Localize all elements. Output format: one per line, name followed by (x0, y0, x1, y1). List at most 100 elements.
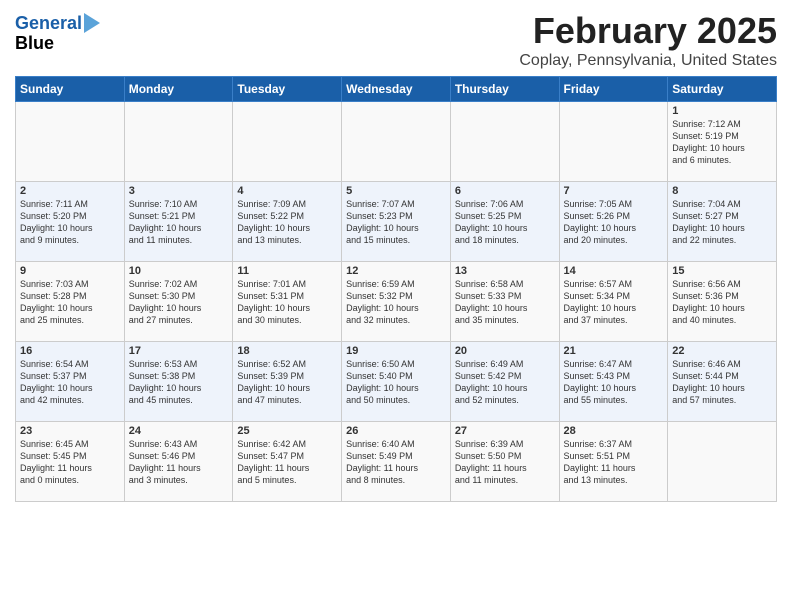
day-info: Sunrise: 6:53 AM Sunset: 5:38 PM Dayligh… (129, 358, 229, 407)
calendar-table: SundayMondayTuesdayWednesdayThursdayFrid… (15, 76, 777, 502)
day-info: Sunrise: 6:54 AM Sunset: 5:37 PM Dayligh… (20, 358, 120, 407)
day-info: Sunrise: 7:09 AM Sunset: 5:22 PM Dayligh… (237, 198, 337, 247)
day-info: Sunrise: 6:47 AM Sunset: 5:43 PM Dayligh… (564, 358, 664, 407)
calendar-cell: 18Sunrise: 6:52 AM Sunset: 5:39 PM Dayli… (233, 342, 342, 422)
day-number: 13 (455, 265, 555, 277)
day-number: 19 (346, 345, 446, 357)
calendar-cell: 22Sunrise: 6:46 AM Sunset: 5:44 PM Dayli… (668, 342, 777, 422)
day-info: Sunrise: 6:45 AM Sunset: 5:45 PM Dayligh… (20, 438, 120, 487)
day-info: Sunrise: 7:10 AM Sunset: 5:21 PM Dayligh… (129, 198, 229, 247)
title-block: February 2025 Coplay, Pennsylvania, Unit… (519, 10, 777, 70)
calendar-cell (16, 102, 125, 182)
calendar-cell: 28Sunrise: 6:37 AM Sunset: 5:51 PM Dayli… (559, 422, 668, 502)
calendar-cell: 10Sunrise: 7:02 AM Sunset: 5:30 PM Dayli… (124, 262, 233, 342)
day-number: 22 (672, 345, 772, 357)
calendar-cell: 17Sunrise: 6:53 AM Sunset: 5:38 PM Dayli… (124, 342, 233, 422)
day-number: 17 (129, 345, 229, 357)
day-info: Sunrise: 7:05 AM Sunset: 5:26 PM Dayligh… (564, 198, 664, 247)
day-number: 14 (564, 265, 664, 277)
calendar-cell (559, 102, 668, 182)
day-number: 12 (346, 265, 446, 277)
header: General Blue February 2025 Coplay, Penns… (15, 10, 777, 70)
calendar-cell: 7Sunrise: 7:05 AM Sunset: 5:26 PM Daylig… (559, 182, 668, 262)
calendar-week-row: 2Sunrise: 7:11 AM Sunset: 5:20 PM Daylig… (16, 182, 777, 262)
calendar-cell: 3Sunrise: 7:10 AM Sunset: 5:21 PM Daylig… (124, 182, 233, 262)
day-info: Sunrise: 6:57 AM Sunset: 5:34 PM Dayligh… (564, 278, 664, 327)
day-info: Sunrise: 6:50 AM Sunset: 5:40 PM Dayligh… (346, 358, 446, 407)
day-number: 23 (20, 425, 120, 437)
calendar-cell: 11Sunrise: 7:01 AM Sunset: 5:31 PM Dayli… (233, 262, 342, 342)
calendar-cell: 25Sunrise: 6:42 AM Sunset: 5:47 PM Dayli… (233, 422, 342, 502)
day-number: 7 (564, 185, 664, 197)
day-number: 8 (672, 185, 772, 197)
day-info: Sunrise: 6:42 AM Sunset: 5:47 PM Dayligh… (237, 438, 337, 487)
calendar-cell: 24Sunrise: 6:43 AM Sunset: 5:46 PM Dayli… (124, 422, 233, 502)
page-subtitle: Coplay, Pennsylvania, United States (519, 52, 777, 70)
day-number: 6 (455, 185, 555, 197)
day-info: Sunrise: 6:40 AM Sunset: 5:49 PM Dayligh… (346, 438, 446, 487)
day-info: Sunrise: 7:04 AM Sunset: 5:27 PM Dayligh… (672, 198, 772, 247)
day-info: Sunrise: 6:58 AM Sunset: 5:33 PM Dayligh… (455, 278, 555, 327)
calendar-cell: 26Sunrise: 6:40 AM Sunset: 5:49 PM Dayli… (342, 422, 451, 502)
logo-blue-text: Blue (15, 34, 54, 54)
day-info: Sunrise: 6:59 AM Sunset: 5:32 PM Dayligh… (346, 278, 446, 327)
day-number: 1 (672, 105, 772, 117)
calendar-week-row: 9Sunrise: 7:03 AM Sunset: 5:28 PM Daylig… (16, 262, 777, 342)
logo: General Blue (15, 14, 100, 54)
calendar-cell: 1Sunrise: 7:12 AM Sunset: 5:19 PM Daylig… (668, 102, 777, 182)
day-number: 9 (20, 265, 120, 277)
weekday-header: Saturday (668, 77, 777, 102)
calendar-cell: 2Sunrise: 7:11 AM Sunset: 5:20 PM Daylig… (16, 182, 125, 262)
calendar-cell (450, 102, 559, 182)
day-number: 25 (237, 425, 337, 437)
weekday-header: Monday (124, 77, 233, 102)
calendar-cell: 16Sunrise: 6:54 AM Sunset: 5:37 PM Dayli… (16, 342, 125, 422)
day-number: 4 (237, 185, 337, 197)
calendar-cell: 20Sunrise: 6:49 AM Sunset: 5:42 PM Dayli… (450, 342, 559, 422)
day-number: 26 (346, 425, 446, 437)
day-number: 27 (455, 425, 555, 437)
weekday-header: Friday (559, 77, 668, 102)
weekday-header: Wednesday (342, 77, 451, 102)
page-container: General Blue February 2025 Coplay, Penns… (0, 0, 792, 507)
day-info: Sunrise: 6:46 AM Sunset: 5:44 PM Dayligh… (672, 358, 772, 407)
calendar-week-row: 1Sunrise: 7:12 AM Sunset: 5:19 PM Daylig… (16, 102, 777, 182)
day-info: Sunrise: 7:11 AM Sunset: 5:20 PM Dayligh… (20, 198, 120, 247)
day-number: 28 (564, 425, 664, 437)
day-info: Sunrise: 6:52 AM Sunset: 5:39 PM Dayligh… (237, 358, 337, 407)
calendar-week-row: 23Sunrise: 6:45 AM Sunset: 5:45 PM Dayli… (16, 422, 777, 502)
weekday-header: Thursday (450, 77, 559, 102)
day-number: 20 (455, 345, 555, 357)
weekday-header: Sunday (16, 77, 125, 102)
day-info: Sunrise: 7:03 AM Sunset: 5:28 PM Dayligh… (20, 278, 120, 327)
day-number: 16 (20, 345, 120, 357)
day-info: Sunrise: 7:12 AM Sunset: 5:19 PM Dayligh… (672, 118, 772, 167)
day-info: Sunrise: 6:39 AM Sunset: 5:50 PM Dayligh… (455, 438, 555, 487)
day-number: 11 (237, 265, 337, 277)
calendar-cell: 23Sunrise: 6:45 AM Sunset: 5:45 PM Dayli… (16, 422, 125, 502)
logo-arrow-icon (84, 13, 100, 33)
calendar-cell: 14Sunrise: 6:57 AM Sunset: 5:34 PM Dayli… (559, 262, 668, 342)
day-info: Sunrise: 6:56 AM Sunset: 5:36 PM Dayligh… (672, 278, 772, 327)
day-number: 21 (564, 345, 664, 357)
calendar-cell: 8Sunrise: 7:04 AM Sunset: 5:27 PM Daylig… (668, 182, 777, 262)
calendar-cell (342, 102, 451, 182)
day-number: 15 (672, 265, 772, 277)
day-number: 24 (129, 425, 229, 437)
day-number: 10 (129, 265, 229, 277)
page-title: February 2025 (519, 10, 777, 52)
calendar-cell (668, 422, 777, 502)
calendar-header-row: SundayMondayTuesdayWednesdayThursdayFrid… (16, 77, 777, 102)
calendar-cell: 27Sunrise: 6:39 AM Sunset: 5:50 PM Dayli… (450, 422, 559, 502)
day-number: 3 (129, 185, 229, 197)
calendar-cell: 21Sunrise: 6:47 AM Sunset: 5:43 PM Dayli… (559, 342, 668, 422)
day-info: Sunrise: 7:07 AM Sunset: 5:23 PM Dayligh… (346, 198, 446, 247)
calendar-cell (124, 102, 233, 182)
day-number: 5 (346, 185, 446, 197)
day-info: Sunrise: 7:02 AM Sunset: 5:30 PM Dayligh… (129, 278, 229, 327)
calendar-week-row: 16Sunrise: 6:54 AM Sunset: 5:37 PM Dayli… (16, 342, 777, 422)
calendar-cell: 13Sunrise: 6:58 AM Sunset: 5:33 PM Dayli… (450, 262, 559, 342)
day-info: Sunrise: 7:01 AM Sunset: 5:31 PM Dayligh… (237, 278, 337, 327)
calendar-cell (233, 102, 342, 182)
logo-text: General (15, 14, 82, 34)
